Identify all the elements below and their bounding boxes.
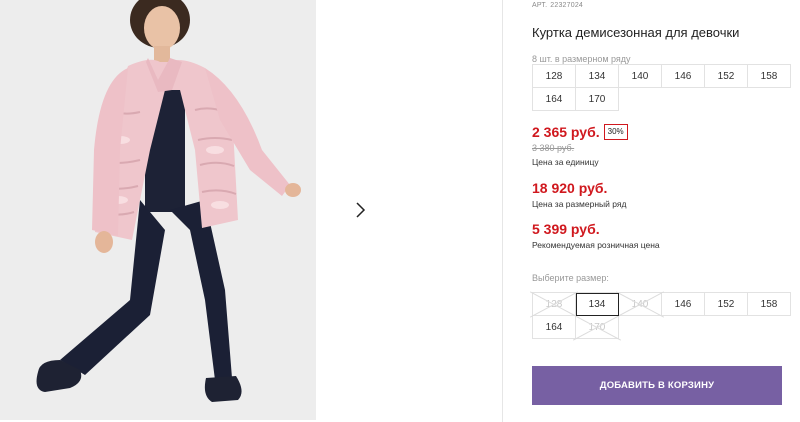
product-title: Куртка демисезонная для девочки [532, 25, 740, 40]
size-set-cell: 170 [576, 88, 619, 111]
discount-badge: 30% [603, 124, 628, 140]
size-set-cell: 146 [662, 65, 705, 88]
size-set-note: 8 шт. в размерном ряду [532, 54, 631, 64]
size-option[interactable]: 164 [533, 316, 576, 339]
size-option[interactable]: 158 [748, 293, 791, 316]
size-select-grid: 128 134 140 146 152 158 164 170 [532, 292, 791, 339]
sku-label: АРТ. [532, 2, 548, 9]
unit-price: 2 365 руб. [532, 124, 600, 140]
size-set-cell: 158 [748, 65, 791, 88]
product-page: АРТ. 22327024 Куртка демисезонная для дев… [0, 0, 800, 422]
product-gallery [0, 0, 503, 422]
size-option[interactable]: 152 [705, 293, 748, 316]
size-option-selected[interactable]: 134 [576, 293, 619, 316]
product-photo[interactable] [0, 0, 316, 420]
chevron-right-icon [355, 201, 365, 218]
choose-size-label: Выберите размер: [532, 273, 609, 283]
retail-price-caption: Рекомендуемая розничная цена [532, 240, 660, 250]
size-set-cell: 128 [533, 65, 576, 88]
size-option: 140 [619, 293, 662, 316]
size-option[interactable]: 146 [662, 293, 705, 316]
unit-price-row: 2 365 руб. 30% [532, 124, 628, 140]
add-to-cart-button[interactable]: ДОБАВИТЬ В КОРЗИНУ [532, 366, 782, 405]
size-set-cell: 152 [705, 65, 748, 88]
size-set-grid: 128 134 140 146 152 158 164 170 [532, 64, 791, 111]
size-set-cell: 164 [533, 88, 576, 111]
size-option: 128 [533, 293, 576, 316]
sku-value: 22327024 [550, 2, 584, 9]
size-set-cell: 140 [619, 65, 662, 88]
product-sku: АРТ. 22327024 [532, 2, 586, 9]
retail-price: 5 399 руб. [532, 221, 600, 237]
set-price: 18 920 руб. [532, 180, 608, 196]
old-price: 3 380 руб. [532, 143, 575, 153]
next-image-button[interactable] [340, 190, 379, 229]
size-option: 170 [576, 316, 619, 339]
set-price-caption: Цена за размерный ряд [532, 199, 627, 209]
size-set-cell: 134 [576, 65, 619, 88]
unit-price-caption: Цена за единицу [532, 157, 599, 167]
